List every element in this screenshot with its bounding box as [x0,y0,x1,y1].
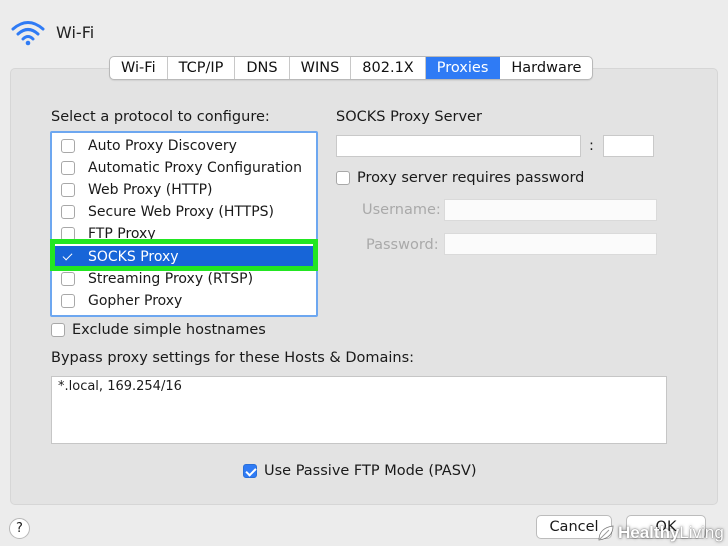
username-label: Username: [362,202,441,218]
checkbox[interactable] [61,161,75,175]
protocol-item-secure-web-proxy[interactable]: Secure Web Proxy (HTTPS) [52,201,316,223]
server-port-input[interactable] [603,135,654,157]
protocol-list-heading: Select a protocol to configure: [51,109,270,125]
protocol-item-automatic-proxy-configuration[interactable]: Automatic Proxy Configuration [52,157,316,179]
tab-8021x[interactable]: 802.1X [351,57,426,79]
tab-hardware[interactable]: Hardware [500,57,592,79]
protocol-label: Automatic Proxy Configuration [88,160,302,176]
tab-tcpip[interactable]: TCP/IP [168,57,236,79]
checkbox[interactable] [61,183,75,197]
checkbox[interactable] [61,294,75,308]
checkbox-checked[interactable] [61,250,75,264]
password-input[interactable] [444,233,657,255]
protocol-item-streaming-proxy[interactable]: Streaming Proxy (RTSP) [52,268,316,290]
passive-ftp-checkbox[interactable] [243,464,257,478]
tab-wins[interactable]: WINS [290,57,352,79]
protocol-label: FTP Proxy [88,226,156,242]
checkbox[interactable] [61,272,75,286]
protocol-item-ftp-proxy[interactable]: FTP Proxy [52,223,316,245]
wifi-icon [11,21,45,46]
passive-ftp-row[interactable]: Use Passive FTP Mode (PASV) [243,463,477,479]
protocol-label: Web Proxy (HTTP) [88,182,213,198]
server-heading: SOCKS Proxy Server [336,109,482,125]
leaf-logo-icon [598,525,614,541]
tab-proxies[interactable]: Proxies [425,57,501,79]
tab-wifi[interactable]: Wi-Fi [110,57,168,79]
watermark-brand-bold: Healthy [618,523,680,542]
checkbox[interactable] [61,227,75,241]
checkbox[interactable] [61,205,75,219]
protocol-item-auto-proxy-discovery[interactable]: Auto Proxy Discovery [52,135,316,157]
exclude-simple-hostnames-label: Exclude simple hostnames [72,322,266,338]
port-separator: : [589,138,594,154]
username-input[interactable] [444,199,657,221]
watermark-brand-light: Living [679,523,724,542]
protocol-item-socks-proxy[interactable]: SOCKS Proxy [52,246,316,268]
tab-bar: Wi-Fi TCP/IP DNS WINS 802.1X Proxies Har… [109,56,594,80]
protocol-item-web-proxy[interactable]: Web Proxy (HTTP) [52,179,316,201]
protocol-list[interactable]: Auto Proxy Discovery Automatic Proxy Con… [50,131,318,317]
bypass-label: Bypass proxy settings for these Hosts & … [51,350,415,366]
exclude-simple-hostnames-checkbox[interactable] [51,323,65,337]
protocol-label: Streaming Proxy (RTSP) [88,271,254,287]
requires-password-checkbox-row[interactable]: Proxy server requires password [336,170,584,186]
protocol-label: Auto Proxy Discovery [88,138,237,154]
protocol-label: Secure Web Proxy (HTTPS) [88,204,274,220]
protocol-label: Gopher Proxy [88,293,183,309]
password-label: Password: [366,237,439,253]
exclude-simple-hostnames-row[interactable]: Exclude simple hostnames [51,322,266,338]
bypass-textarea[interactable]: *.local, 169.254/16 [51,376,667,444]
passive-ftp-label: Use Passive FTP Mode (PASV) [264,463,477,479]
help-button[interactable]: ? [9,518,30,539]
requires-password-checkbox[interactable] [336,171,350,185]
protocol-label: SOCKS Proxy [88,249,179,265]
healthy-living-watermark: Healthy Living [596,520,728,546]
checkbox[interactable] [61,139,75,153]
server-address-input[interactable] [336,135,581,157]
tab-dns[interactable]: DNS [235,57,290,79]
protocol-item-gopher-proxy[interactable]: Gopher Proxy [52,290,316,312]
window-title: Wi-Fi [56,23,95,42]
requires-password-label: Proxy server requires password [357,170,585,186]
